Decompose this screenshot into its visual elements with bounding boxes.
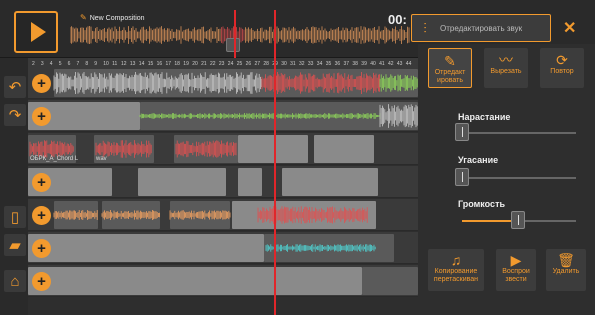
overview-scroll-handle[interactable] bbox=[226, 38, 240, 52]
pencil-icon: ✎ bbox=[444, 53, 456, 69]
track-1[interactable]: + bbox=[28, 67, 418, 99]
pencil-icon: ✎ bbox=[80, 13, 87, 22]
edit-tool-button[interactable]: ✎ Отредакт ировать bbox=[428, 48, 472, 88]
fade-in-track[interactable] bbox=[462, 132, 576, 134]
clip-label: wav bbox=[96, 156, 107, 162]
cut-tool-button[interactable]: 〰 Вырезать bbox=[484, 48, 528, 88]
overview-playhead bbox=[234, 10, 236, 58]
add-clip-button[interactable]: + bbox=[32, 206, 51, 225]
undo-icon[interactable]: ↶ bbox=[4, 76, 26, 98]
fade-out-track[interactable] bbox=[462, 177, 576, 179]
audio-editor-app: ✎ New Composition 00: ↶ ↷ ▯ ▰ ⌂ 234567891… bbox=[0, 0, 595, 315]
redo-icon[interactable]: ↷ bbox=[4, 104, 26, 126]
close-icon[interactable]: ✕ bbox=[563, 18, 576, 38]
add-clip-button[interactable]: + bbox=[32, 272, 51, 291]
waveform bbox=[265, 244, 376, 252]
fade-out-label: Угасание bbox=[458, 155, 499, 165]
waveform bbox=[53, 206, 368, 224]
play-icon: ▶ bbox=[510, 252, 522, 268]
waveform-cut-icon: 〰 bbox=[499, 52, 513, 68]
play-icon bbox=[30, 22, 46, 42]
trash-icon: 🗑 bbox=[557, 252, 575, 268]
volume-knob[interactable] bbox=[511, 211, 525, 229]
clip[interactable] bbox=[28, 267, 362, 295]
equalizer-icon: ⫶ bbox=[423, 20, 427, 36]
volume-label: Громкость bbox=[458, 199, 506, 209]
playhead[interactable] bbox=[274, 10, 276, 315]
music-note-icon: ♫ bbox=[450, 252, 462, 268]
delete-button[interactable]: 🗑 Удалить bbox=[546, 249, 586, 291]
overview-waveform[interactable] bbox=[70, 24, 410, 46]
waveform bbox=[53, 72, 418, 94]
track-3[interactable]: ОБРК_А_Chord L wav bbox=[28, 133, 418, 165]
track-4[interactable]: + bbox=[28, 166, 418, 198]
add-clip-button[interactable]: + bbox=[32, 173, 51, 192]
clip-label: ОБРК_А_Chord L bbox=[30, 156, 79, 162]
add-clip-button[interactable]: + bbox=[32, 74, 51, 93]
track-5[interactable]: + bbox=[28, 199, 418, 231]
left-toolbar: ↶ ↷ ▯ ▰ ⌂ bbox=[0, 58, 28, 315]
clip[interactable] bbox=[282, 168, 378, 196]
play-button[interactable] bbox=[14, 11, 58, 53]
timeline-ruler[interactable]: 2 3 4 5 6 7 8 9 10 11 12 13 14 15 16 17 18 19 20 21 22 23 24 25… bbox=[28, 58, 418, 67]
home-icon[interactable]: ⌂ bbox=[4, 270, 26, 292]
add-clip-button[interactable]: + bbox=[32, 107, 51, 126]
clip[interactable] bbox=[138, 168, 226, 196]
file-icon[interactable]: ▯ bbox=[4, 206, 26, 228]
repeat-tool-button[interactable]: ⟳ Повтор bbox=[540, 48, 584, 88]
waveform bbox=[139, 104, 418, 128]
repeat-icon: ⟳ bbox=[556, 52, 568, 68]
play-clip-button[interactable]: ▶ Воспрои звести bbox=[496, 249, 536, 291]
track-7[interactable]: + bbox=[28, 265, 418, 297]
volume-fill bbox=[462, 220, 517, 222]
composition-title[interactable]: ✎ New Composition bbox=[80, 13, 145, 22]
fade-in-knob[interactable] bbox=[455, 123, 469, 141]
add-clip-button[interactable]: + bbox=[32, 239, 51, 258]
track-2[interactable]: + bbox=[28, 100, 418, 132]
folder-icon[interactable]: ▰ bbox=[4, 234, 26, 256]
track-6[interactable]: + bbox=[28, 232, 418, 264]
edit-sound-header: ⫶ Отредактировать звук bbox=[411, 14, 551, 42]
waveform bbox=[29, 140, 237, 158]
clip[interactable] bbox=[238, 168, 262, 196]
fade-in-label: Нарастание bbox=[458, 112, 511, 122]
clip[interactable] bbox=[362, 267, 418, 295]
tracks-area: + + ОБРК_А_Chord L wav + + + + bbox=[28, 67, 418, 312]
fade-out-knob[interactable] bbox=[455, 168, 469, 186]
copy-drag-button[interactable]: ♫ Копирование перетаскиван bbox=[428, 249, 484, 291]
